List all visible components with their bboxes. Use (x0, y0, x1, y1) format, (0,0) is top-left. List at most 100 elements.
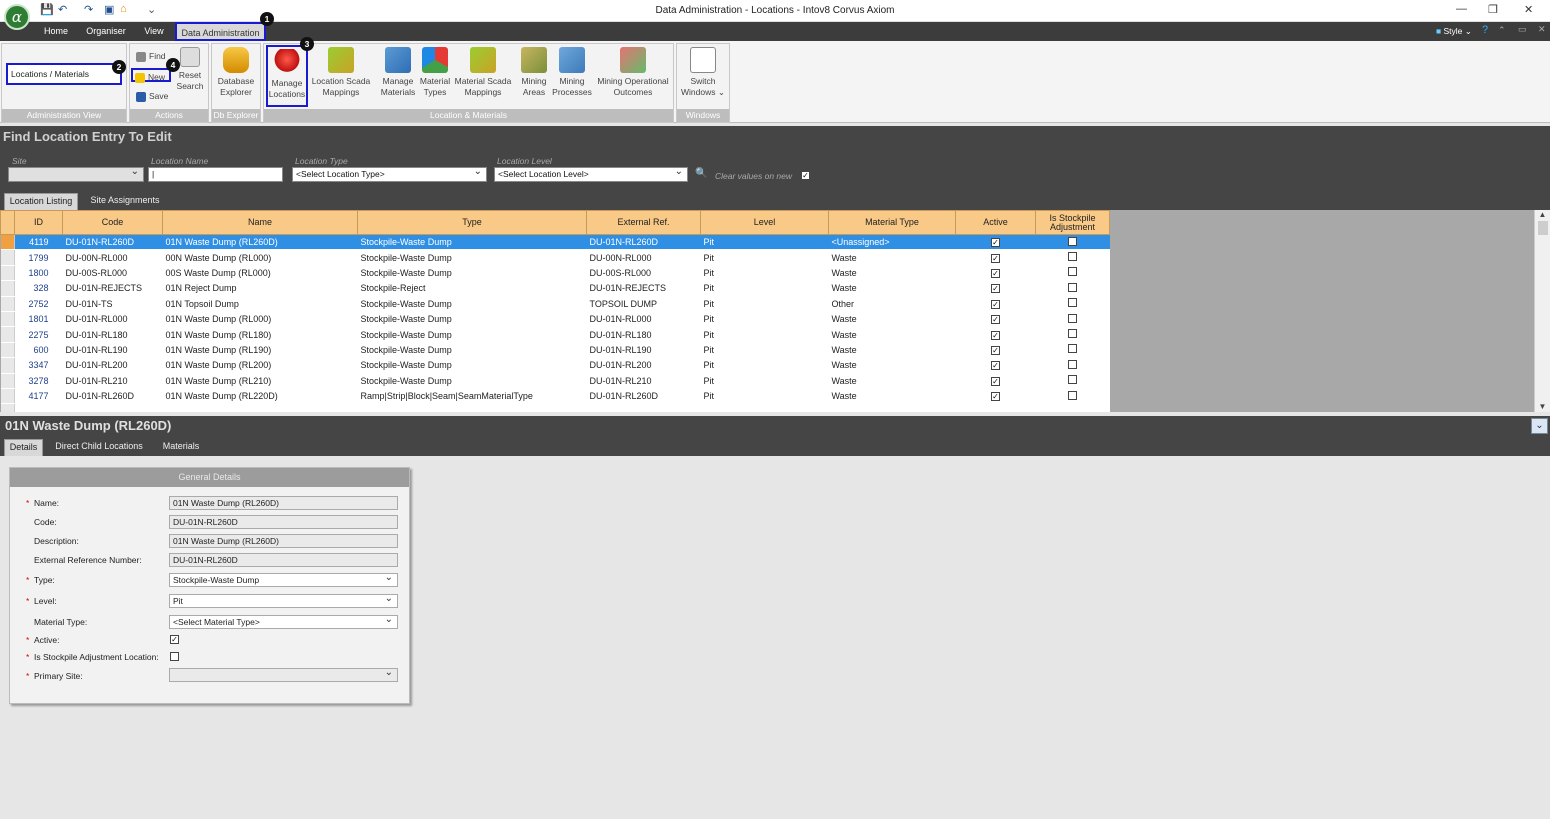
new-button[interactable]: New (131, 68, 171, 83)
active-checkbox[interactable]: ✓ (991, 376, 1000, 386)
minimize-icon[interactable]: — (1456, 3, 1467, 15)
active-checkbox[interactable]: ✓ (170, 635, 179, 644)
tab-location-listing[interactable]: Location Listing (4, 193, 78, 210)
stockpile-adjustment-checkbox[interactable] (1068, 282, 1077, 292)
col-external-ref[interactable]: External Ref. (586, 210, 701, 235)
active-checkbox[interactable]: ✓ (991, 392, 1000, 402)
col-id[interactable]: ID (14, 210, 63, 235)
menu-home[interactable]: Home (38, 22, 74, 41)
code-field[interactable]: DU-01N-RL260D (169, 515, 398, 529)
col-material-type[interactable]: Material Type (828, 210, 956, 235)
active-checkbox[interactable]: ✓ (991, 361, 1000, 371)
save-button[interactable]: Save (136, 89, 168, 103)
table-row[interactable]: 1801 DU-01N-RL000 01N Waste Dump (RL000) St… (0, 311, 1110, 328)
ribbon-collapse-icon[interactable]: ⌃ (1498, 25, 1506, 36)
stockpile-adjustment-checkbox[interactable] (1068, 375, 1077, 385)
administration-view-select[interactable]: Locations / Materials (6, 63, 122, 85)
type-select[interactable]: Stockpile-Waste Dump (169, 572, 398, 587)
manage-locations-button[interactable]: Manage Locations (266, 45, 308, 107)
style-menu[interactable]: ■ Style ⌄ (1436, 26, 1472, 37)
menu-view[interactable]: View (138, 22, 170, 41)
location-scada-mappings-button[interactable]: Location Scada Mappings (309, 47, 373, 98)
stockpile-adjustment-checkbox[interactable] (1068, 359, 1077, 369)
table-row[interactable]: 3278 DU-01N-RL210 01N Waste Dump (RL210) St… (0, 373, 1110, 389)
stockpile-adjustment-checkbox[interactable] (1068, 329, 1077, 339)
table-row[interactable]: 600 DU-01N-RL190 01N Waste Dump (RL190) Sto… (0, 342, 1110, 359)
material-scada-mappings-button[interactable]: Material Scada Mappings (453, 47, 513, 98)
menu-data-administration[interactable]: Data Administration (175, 22, 266, 41)
row-header[interactable] (0, 326, 15, 343)
active-checkbox[interactable]: ✓ (991, 330, 1000, 340)
col-type[interactable]: Type (357, 210, 587, 235)
app-logo[interactable]: α (4, 4, 30, 30)
table-row[interactable]: 2752 DU-01N-TS 01N Topsoil Dump Stockpile-W… (0, 296, 1110, 312)
active-checkbox[interactable]: ✓ (991, 345, 1000, 355)
grid-scrollbar[interactable]: ▲ ▼ (1534, 210, 1550, 412)
external-reference-field[interactable]: DU-01N-RL260D (169, 553, 398, 567)
ribbon-close-icon[interactable]: ✕ (1538, 24, 1546, 35)
col-name[interactable]: Name (162, 210, 358, 235)
stockpile-adjustment-checkbox[interactable] (1068, 344, 1077, 354)
search-icon[interactable]: 🔍 (695, 168, 707, 179)
tab-direct-child-locations[interactable]: Direct Child Locations (50, 439, 148, 456)
stockpile-adjustment-checkbox[interactable] (1068, 267, 1077, 277)
site-select[interactable] (8, 165, 144, 182)
table-row[interactable]: 328 DU-01N-REJECTS 01N Reject Dump Stockpil… (0, 280, 1110, 297)
col-is-stockpile-adjustment[interactable]: Is Stockpile Adjustment (1035, 210, 1110, 235)
level-select[interactable]: Pit (169, 593, 398, 608)
help-icon[interactable]: ? (1482, 24, 1488, 36)
active-checkbox[interactable]: ✓ (991, 315, 1000, 325)
active-checkbox[interactable]: ✓ (991, 268, 1000, 278)
menu-organiser[interactable]: Organiser (82, 22, 130, 41)
database-explorer-button[interactable]: Database Explorer (214, 47, 258, 98)
mining-areas-button[interactable]: Mining Areas (516, 47, 552, 98)
name-field[interactable]: 01N Waste Dump (RL260D) (169, 496, 398, 510)
stockpile-adjustment-checkbox[interactable] (1068, 252, 1077, 262)
col-active[interactable]: Active (955, 210, 1036, 235)
table-row[interactable]: 2275 DU-01N-RL180 01N Waste Dump (RL180) St… (0, 326, 1110, 343)
close-icon[interactable]: ✕ (1524, 3, 1533, 16)
tab-details[interactable]: Details (4, 439, 43, 456)
tab-materials[interactable]: Materials (154, 439, 208, 456)
table-row[interactable]: 4119 DU-01N-RL260D 01N Waste Dump (RL260D)… (0, 234, 1110, 251)
active-checkbox[interactable]: ✓ (991, 253, 1000, 263)
clear-values-checkbox[interactable]: ✓ (801, 171, 810, 180)
row-header[interactable] (0, 342, 15, 359)
table-row[interactable]: 1799 DU-00N-RL000 00N Waste Dump (RL000) St… (0, 249, 1110, 266)
reset-search-button[interactable]: Reset Search (174, 47, 206, 92)
active-checkbox[interactable]: ✓ (991, 299, 1000, 309)
description-field[interactable]: 01N Waste Dump (RL260D) (169, 534, 398, 548)
location-level-select[interactable]: <Select Location Level> (494, 165, 688, 182)
row-header[interactable] (0, 357, 15, 374)
col-code[interactable]: Code (62, 210, 163, 235)
mining-operational-outcomes-button[interactable]: Mining Operational Outcomes (594, 47, 672, 98)
stockpile-adjustment-checkbox[interactable] (170, 652, 179, 661)
collapse-panel-icon[interactable]: ⌄ (1531, 418, 1548, 434)
row-header[interactable] (0, 280, 15, 297)
row-header[interactable] (0, 296, 15, 312)
stockpile-adjustment-checkbox[interactable] (1068, 390, 1077, 400)
row-header[interactable] (0, 388, 15, 405)
active-checkbox[interactable]: ✓ (991, 238, 1000, 248)
location-type-select[interactable]: <Select Location Type> (292, 165, 487, 182)
table-row[interactable]: 4177 DU-01N-RL260D 01N Waste Dump (RL220D)… (0, 388, 1110, 405)
stockpile-adjustment-checkbox[interactable] (1068, 236, 1077, 246)
row-header[interactable] (0, 311, 15, 328)
location-name-input[interactable]: | (148, 167, 283, 182)
material-types-button[interactable]: Material Types (418, 47, 452, 98)
row-header[interactable] (0, 249, 15, 266)
active-checkbox[interactable]: ✓ (991, 284, 1000, 294)
primary-site-select[interactable] (169, 667, 398, 682)
stockpile-adjustment-checkbox[interactable] (1068, 298, 1077, 308)
ribbon-restore-icon[interactable]: ▭ (1518, 24, 1527, 35)
row-header[interactable] (0, 373, 15, 389)
col-level[interactable]: Level (700, 210, 829, 235)
manage-materials-button[interactable]: Manage Materials (378, 47, 418, 98)
stockpile-adjustment-checkbox[interactable] (1068, 313, 1077, 323)
restore-icon[interactable]: ❐ (1488, 3, 1498, 16)
row-header[interactable] (0, 234, 15, 251)
tab-site-assignments[interactable]: Site Assignments (84, 193, 166, 210)
material-type-select[interactable]: <Select Material Type> (169, 614, 398, 629)
table-row[interactable]: 1800 DU-00S-RL000 00S Waste Dump (RL000) St… (0, 265, 1110, 282)
switch-windows-button[interactable]: Switch Windows ⌄ (678, 47, 728, 98)
